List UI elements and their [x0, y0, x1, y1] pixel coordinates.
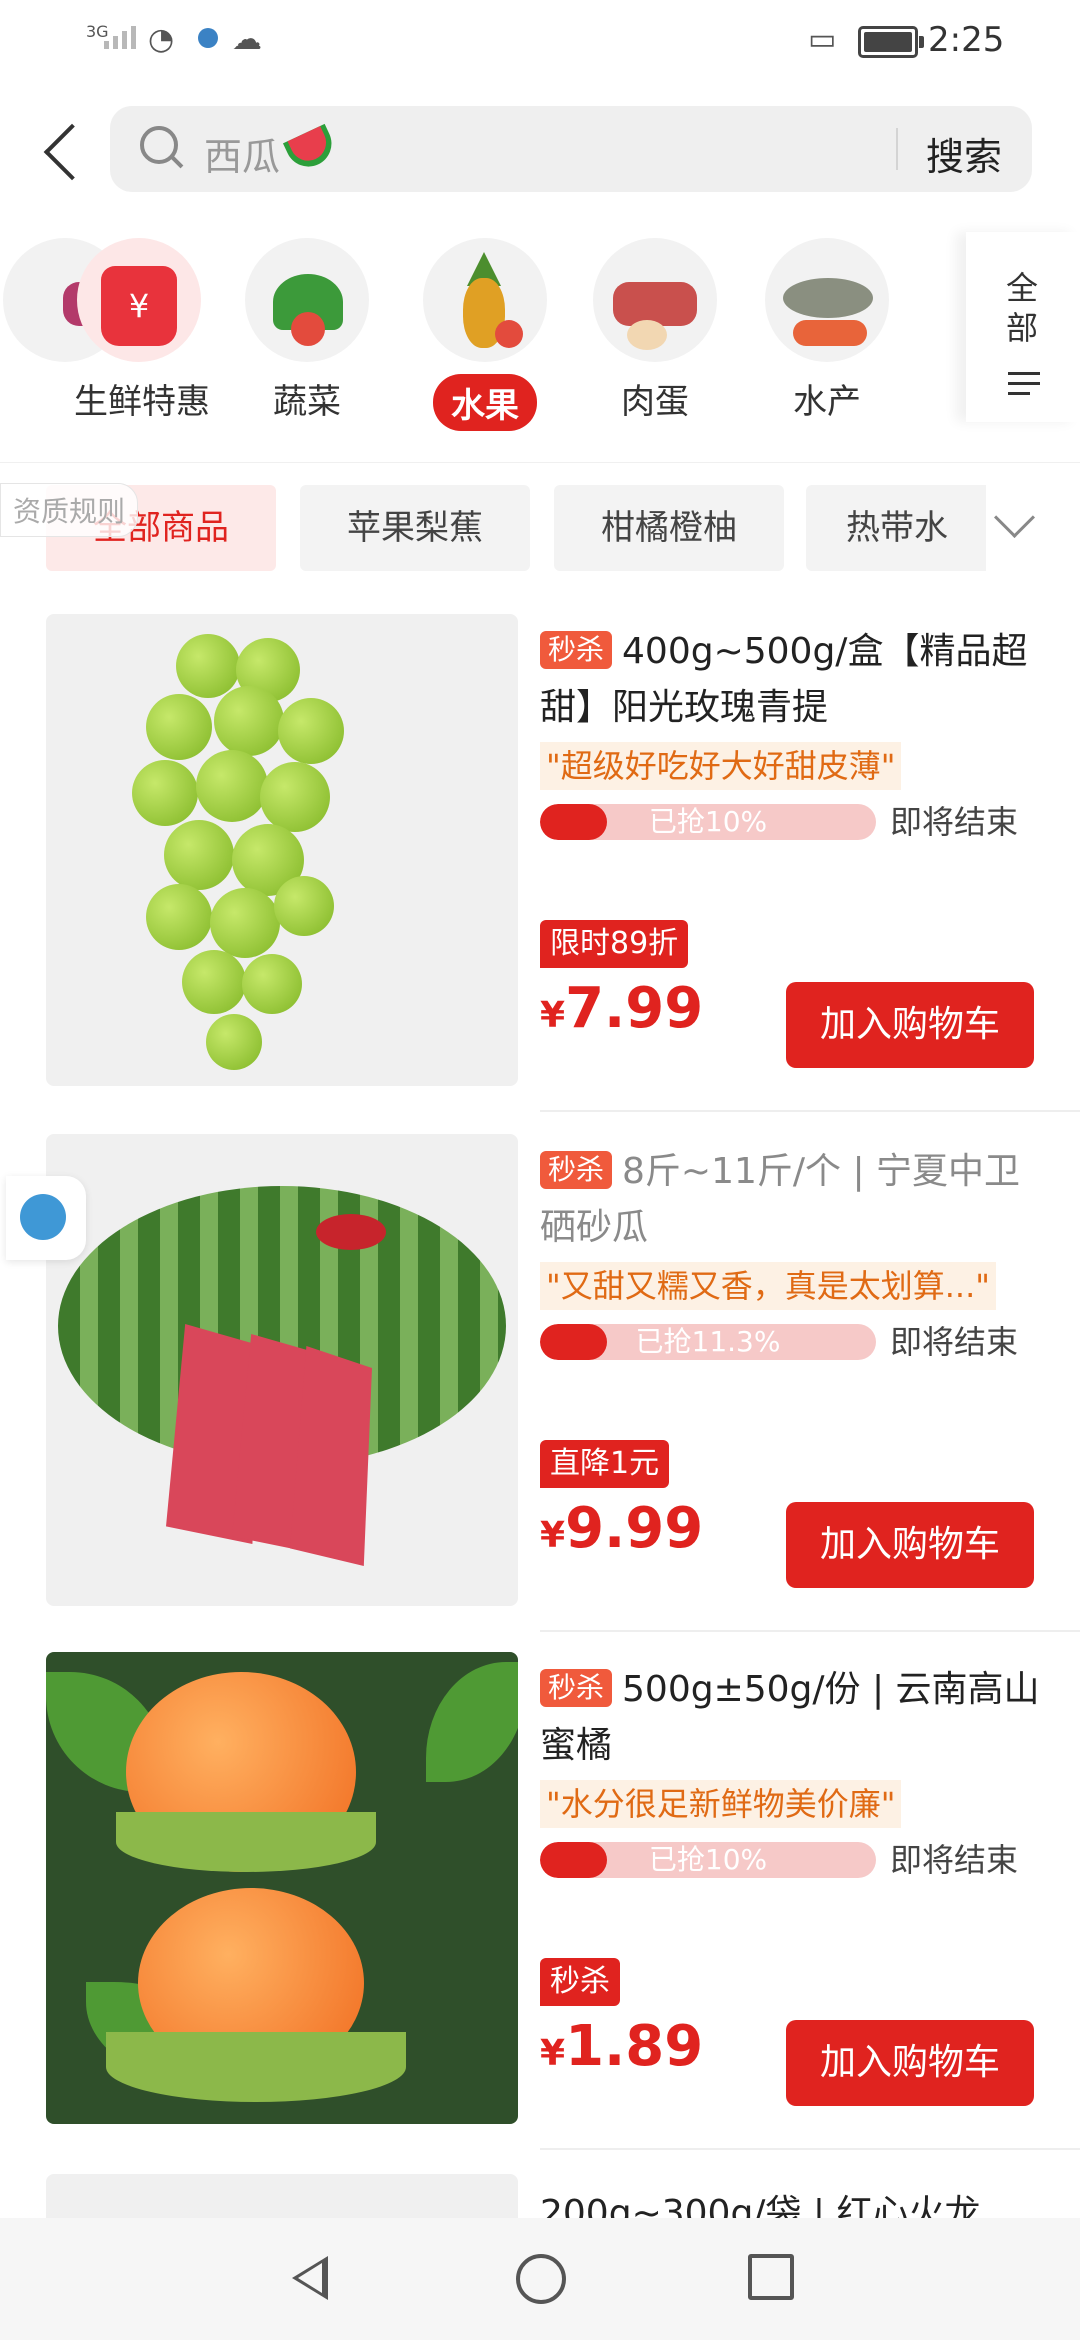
progress-text: 已抢10% [648, 805, 768, 838]
flash-sale-badge: 秒杀 [540, 1669, 613, 1707]
product-slogan: "又甜又糯又香，真是太划算..." [540, 1262, 996, 1310]
add-to-cart-button[interactable]: 加入购物车 [786, 2020, 1034, 2106]
product-slogan: "水分很足新鲜物美价廉" [540, 1780, 902, 1828]
product-image-watermelon[interactable] [46, 1134, 518, 1606]
category-image [245, 238, 369, 362]
category-label: 水果 [433, 374, 537, 431]
nav-back-icon[interactable] [286, 2254, 328, 2302]
product-card[interactable]: 秒杀 8斤~11斤/个 | 宁夏中卫硒砂瓜 "又甜又糯又香，真是太划算..." 已… [0, 1134, 1080, 1652]
watermelon-emoji-icon [282, 123, 340, 175]
category-label: 生鲜特惠 [74, 382, 210, 422]
category-item-seafood[interactable]: 水产 [762, 238, 892, 423]
progress-text: 已抢10% [648, 1843, 768, 1876]
category-label: 肉蛋 [621, 382, 689, 422]
flash-sale-badge: 秒杀 [540, 1151, 613, 1189]
product-card[interactable]: 秒杀 500g±50g/份 | 云南高山蜜橘 "水分很足新鲜物美价廉" 已抢10%… [0, 1652, 1080, 2170]
product-info: 秒杀 400g~500g/盒【精品超甜】阳光玫瑰青提 "超级好吃好大好甜皮薄" 已… [540, 624, 1040, 842]
search-input[interactable]: 西瓜 [204, 126, 280, 181]
qualification-rules-link[interactable]: 资质规则 [0, 483, 139, 537]
ending-soon-label: 即将结束 [890, 1841, 1019, 1879]
category-item-fruit[interactable]: 水果 [420, 238, 550, 431]
product-image-grapes[interactable] [46, 614, 518, 1086]
battery-icon [858, 26, 924, 58]
list-icon [1008, 372, 1040, 402]
back-button[interactable] [38, 118, 88, 184]
category-item-meat-eggs[interactable]: 肉蛋 [590, 238, 720, 423]
currency-symbol: ¥ [540, 995, 566, 1036]
chevron-down-icon[interactable] [993, 496, 1036, 539]
sold-progress: 已抢11.3% 即将结束 [540, 1320, 1040, 1362]
currency-symbol: ¥ [540, 1515, 566, 1556]
price-tag-icon: ¥ [77, 238, 201, 362]
tab-citrus[interactable]: 柑橘橙柚 [554, 485, 784, 571]
product-card[interactable]: 秒杀 400g~500g/盒【精品超甜】阳光玫瑰青提 "超级好吃好大好甜皮薄" 已… [0, 614, 1080, 1132]
promo-badge: 直降1元 [540, 1440, 670, 1488]
cast-icon: ▭ [808, 22, 837, 57]
category-image [593, 238, 717, 362]
all-categories-button[interactable]: 全部 [966, 232, 1080, 422]
product-info: 秒杀 8斤~11斤/个 | 宁夏中卫硒砂瓜 "又甜又糯又香，真是太划算..." 已… [540, 1144, 1040, 1362]
signal-icon [104, 26, 136, 49]
product-title-text: 500g±50g/份 | 云南高山蜜橘 [540, 1669, 1040, 1766]
progress-text: 已抢11.3% [635, 1325, 781, 1358]
assistant-float-icon[interactable] [6, 1176, 86, 1260]
all-categories-label: 全部 [1006, 269, 1039, 347]
product-title-text: 400g~500g/盒【精品超甜】阳光玫瑰青提 [540, 631, 1028, 728]
search-divider [896, 128, 898, 170]
product-title[interactable]: 秒杀 8斤~11斤/个 | 宁夏中卫硒砂瓜 [540, 1144, 1040, 1256]
price: ¥9.99 [540, 1496, 703, 1561]
category-label: 水产 [793, 382, 861, 422]
flash-sale-badge: 秒杀 [540, 631, 613, 669]
app-notification-icon [198, 28, 218, 48]
currency-symbol: ¥ [540, 2033, 566, 2074]
category-image [423, 238, 547, 362]
price-value: 9.99 [565, 1496, 704, 1561]
price-value: 1.89 [565, 2014, 704, 2079]
product-title[interactable]: 秒杀 500g±50g/份 | 云南高山蜜橘 [540, 1662, 1040, 1774]
tab-tropical[interactable]: 热带水 [806, 485, 986, 571]
nav-recents-icon[interactable] [748, 2254, 794, 2300]
cloud-download-icon: ☁ [232, 22, 262, 57]
search-bar[interactable]: 西瓜 搜索 [110, 106, 1032, 192]
product-image-tangerines[interactable] [46, 1652, 518, 2124]
nav-home-icon[interactable] [516, 2254, 566, 2304]
clock: 2:25 [928, 20, 1005, 60]
category-label: 蔬菜 [273, 382, 341, 422]
product-info: 秒杀 500g±50g/份 | 云南高山蜜橘 "水分很足新鲜物美价廉" 已抢10%… [540, 1662, 1040, 1880]
search-button[interactable]: 搜索 [926, 126, 1002, 181]
category-item-fresh-deals[interactable]: ¥ 生鲜特惠 [74, 238, 210, 423]
product-title[interactable]: 秒杀 400g~500g/盒【精品超甜】阳光玫瑰青提 [540, 624, 1040, 736]
category-row: ¥ 生鲜特惠 蔬菜 水果 肉蛋 水产 [0, 238, 1080, 458]
category-image [765, 238, 889, 362]
ending-soon-label: 即将结束 [890, 803, 1019, 841]
product-slogan: "超级好吃好大好甜皮薄" [540, 742, 902, 790]
promo-badge: 限时89折 [540, 920, 689, 968]
price: ¥7.99 [540, 976, 703, 1041]
status-bar: 3G ◔ ☁ ▭ 2:25 [0, 0, 1080, 84]
add-to-cart-button[interactable]: 加入购物车 [786, 1502, 1034, 1588]
sold-progress: 已抢10% 即将结束 [540, 800, 1040, 842]
subcategory-tabs: 全部商品 苹果梨蕉 柑橘橙柚 热带水 资质规则 [0, 462, 1080, 583]
system-nav-bar [0, 2218, 1080, 2340]
price-value: 7.99 [565, 976, 704, 1041]
divider [540, 1110, 1080, 1112]
add-to-cart-button[interactable]: 加入购物车 [786, 982, 1034, 1068]
search-icon [140, 126, 178, 164]
ending-soon-label: 即将结束 [890, 1323, 1019, 1361]
promo-badge: 秒杀 [540, 1958, 620, 2006]
sold-progress: 已抢10% 即将结束 [540, 1838, 1040, 1880]
wifi-icon: ◔ [148, 22, 175, 57]
tab-apple-pear-banana[interactable]: 苹果梨蕉 [300, 485, 530, 571]
price: ¥1.89 [540, 2014, 703, 2079]
category-item-vegetables[interactable]: 蔬菜 [242, 238, 372, 423]
divider [540, 2148, 1080, 2150]
divider [540, 1630, 1080, 1632]
